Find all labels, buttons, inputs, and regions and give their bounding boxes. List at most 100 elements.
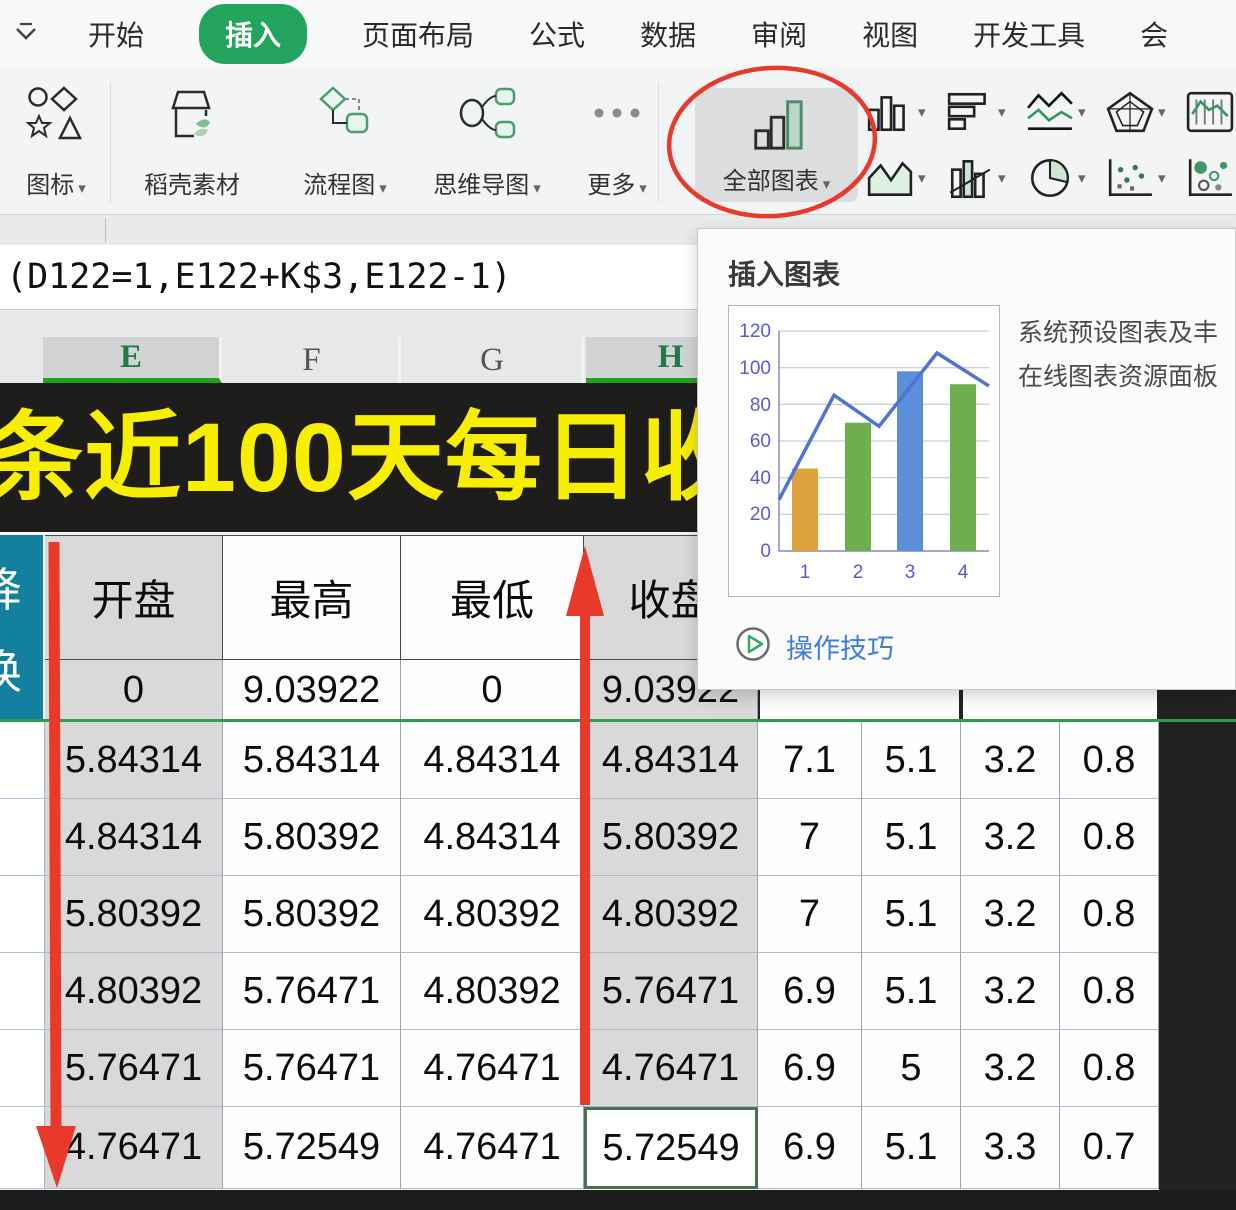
table-cell[interactable]: 5.76471 [584, 953, 758, 1030]
tab-page-layout[interactable]: 页面布局 [362, 14, 474, 54]
table-cell[interactable]: 7.1 [758, 722, 862, 799]
table-header-low[interactable]: 最低 [401, 535, 584, 660]
table-cell[interactable]: 5.1 [862, 799, 961, 876]
area-chart-icon[interactable]: ▾ [866, 152, 940, 204]
table-cell[interactable]: 5.1 [862, 876, 961, 953]
more-button[interactable]: 更多▾ [572, 78, 662, 206]
tips-link-label[interactable]: 操作技巧 [786, 627, 894, 666]
column-header-G[interactable]: G [403, 337, 584, 383]
tab-data[interactable]: 数据 [640, 14, 696, 54]
table-cell[interactable]: 5 [862, 1030, 961, 1107]
svg-text:4: 4 [958, 562, 969, 583]
svg-text:80: 80 [750, 395, 771, 416]
table-cell[interactable]: 3.3 [961, 1107, 1060, 1189]
column-chart-icon[interactable]: ▾ [866, 86, 940, 138]
table-cell[interactable]: 0.8 [1060, 953, 1159, 1030]
popup-description-line2: 在线图表资源面板 [1018, 357, 1236, 393]
table-cell[interactable]: 5.1 [862, 953, 961, 1030]
table-cell[interactable]: 4.80392 [584, 876, 758, 953]
all-charts-button[interactable]: 全部图表▾ [695, 88, 858, 202]
table-cell[interactable]: 7 [758, 876, 862, 953]
table-cell[interactable]: 0.7 [1060, 1107, 1159, 1189]
rice-shell-assets-button[interactable]: 稻壳素材 [122, 78, 262, 206]
table-cell[interactable]: 4.84314 [584, 722, 758, 799]
tab-home[interactable]: 开始 [88, 14, 144, 54]
pie-chart-icon[interactable]: ▾ [1026, 152, 1100, 204]
icons-button[interactable]: 图标▾ [10, 78, 102, 206]
active-cell[interactable]: 5.72549 [584, 1107, 758, 1189]
table-cell[interactable]: 4.84314 [45, 799, 223, 876]
table-cell[interactable]: 4.80392 [45, 953, 223, 1030]
table-cell[interactable]: 4.84314 [401, 722, 584, 799]
table-cell[interactable]: 0.8 [1060, 1030, 1159, 1107]
row-stub[interactable] [0, 799, 45, 876]
table-cell[interactable]: 9.03922 [223, 660, 401, 722]
table-cell[interactable]: 4.76471 [401, 1030, 584, 1107]
table-cell[interactable]: 5.84314 [45, 722, 223, 799]
table-cell[interactable]: 5.80392 [584, 799, 758, 876]
tips-link[interactable]: 操作技巧 [734, 625, 894, 668]
table-header-open[interactable]: 开盘 [45, 535, 223, 660]
tab-view[interactable]: 视图 [862, 14, 918, 54]
row-stub[interactable] [0, 1030, 45, 1107]
table-cell[interactable]: 5.76471 [223, 953, 401, 1030]
mindmap-button[interactable]: 思维导图▾ [412, 78, 562, 206]
table-cell[interactable]: 4.80392 [401, 953, 584, 1030]
table-header-high[interactable]: 最高 [223, 535, 401, 660]
table-cell[interactable]: 4.84314 [401, 799, 584, 876]
table-cell[interactable]: 6.9 [758, 1030, 862, 1107]
table-cell[interactable]: 0.8 [1060, 799, 1159, 876]
table-cell[interactable]: 6.9 [758, 1107, 862, 1189]
table-cell[interactable]: 0.8 [1060, 722, 1159, 799]
tab-formulas[interactable]: 公式 [529, 14, 585, 54]
radar-chart-icon[interactable]: ▾ [1106, 86, 1180, 138]
table-cell[interactable]: 4.76471 [45, 1107, 223, 1189]
wps-spreadsheet-window: 开始 插入 页面布局 公式 数据 审阅 视图 开发工具 会 图标▾ [0, 0, 1236, 1210]
caret-down-icon: ▾ [639, 180, 647, 197]
column-header-E[interactable]: E [43, 337, 222, 383]
table-cell[interactable]: 5.84314 [223, 722, 401, 799]
row-stub[interactable] [0, 1107, 45, 1189]
row-stub[interactable] [0, 953, 45, 1030]
table-cell[interactable]: 3.2 [961, 1030, 1060, 1107]
table-cell[interactable]: 4.76471 [401, 1107, 584, 1189]
table-cell[interactable]: 5.80392 [223, 799, 401, 876]
table-cell[interactable]: 0 [401, 660, 584, 722]
table-cell[interactable]: 5.80392 [223, 876, 401, 953]
row-stub[interactable] [0, 876, 45, 953]
row-stub[interactable] [0, 722, 45, 799]
table-cell[interactable]: 5.76471 [223, 1030, 401, 1107]
table-cell[interactable]: 3.2 [961, 876, 1060, 953]
table-cell[interactable]: 4.80392 [401, 876, 584, 953]
tab-developer[interactable]: 开发工具 [973, 14, 1085, 54]
ribbon: 图标▾ 稻壳素材 流程图▾ [0, 68, 1236, 215]
line-chart-icon[interactable]: ▾ [1026, 86, 1100, 138]
stock-chart-icon[interactable]: ▾ [1186, 86, 1236, 138]
flowchart-button[interactable]: 流程图▾ [286, 78, 404, 206]
table-cell[interactable]: 6.9 [758, 953, 862, 1030]
scatter-chart-icon[interactable]: ▾ [1106, 152, 1180, 204]
column-header-F[interactable]: F [225, 337, 401, 383]
tab-review[interactable]: 审阅 [751, 14, 807, 54]
table-cell[interactable]: 7 [758, 799, 862, 876]
side-label-cell[interactable]: 降 换 [0, 535, 43, 722]
table-cell[interactable]: 4.76471 [584, 1030, 758, 1107]
combo-chart-icon[interactable]: ▾ [946, 152, 1020, 204]
bar-4 [950, 384, 976, 551]
table-cell[interactable]: 5.80392 [45, 876, 223, 953]
bubble-chart-icon[interactable]: ▾ [1186, 152, 1236, 204]
table-cell[interactable]: 5.1 [862, 1107, 961, 1189]
tab-clipped[interactable]: 会 [1140, 14, 1168, 54]
formula-text[interactable]: (D122=1,E122+K$3,E122-1) [0, 257, 512, 297]
table-cell[interactable]: 3.2 [961, 953, 1060, 1030]
table-cell[interactable]: 5.1 [862, 722, 961, 799]
table-cell[interactable]: 5.72549 [223, 1107, 401, 1189]
table-cell[interactable]: 3.2 [961, 722, 1060, 799]
bar-chart-icon[interactable]: ▾ [946, 86, 1020, 138]
table-cell[interactable]: 0.8 [1060, 876, 1159, 953]
collapse-ribbon-icon[interactable] [12, 20, 40, 51]
table-cell[interactable]: 5.76471 [45, 1030, 223, 1107]
table-cell[interactable]: 3.2 [961, 799, 1060, 876]
tab-insert[interactable]: 插入 [199, 4, 307, 64]
table-cell[interactable]: 0 [45, 660, 223, 722]
